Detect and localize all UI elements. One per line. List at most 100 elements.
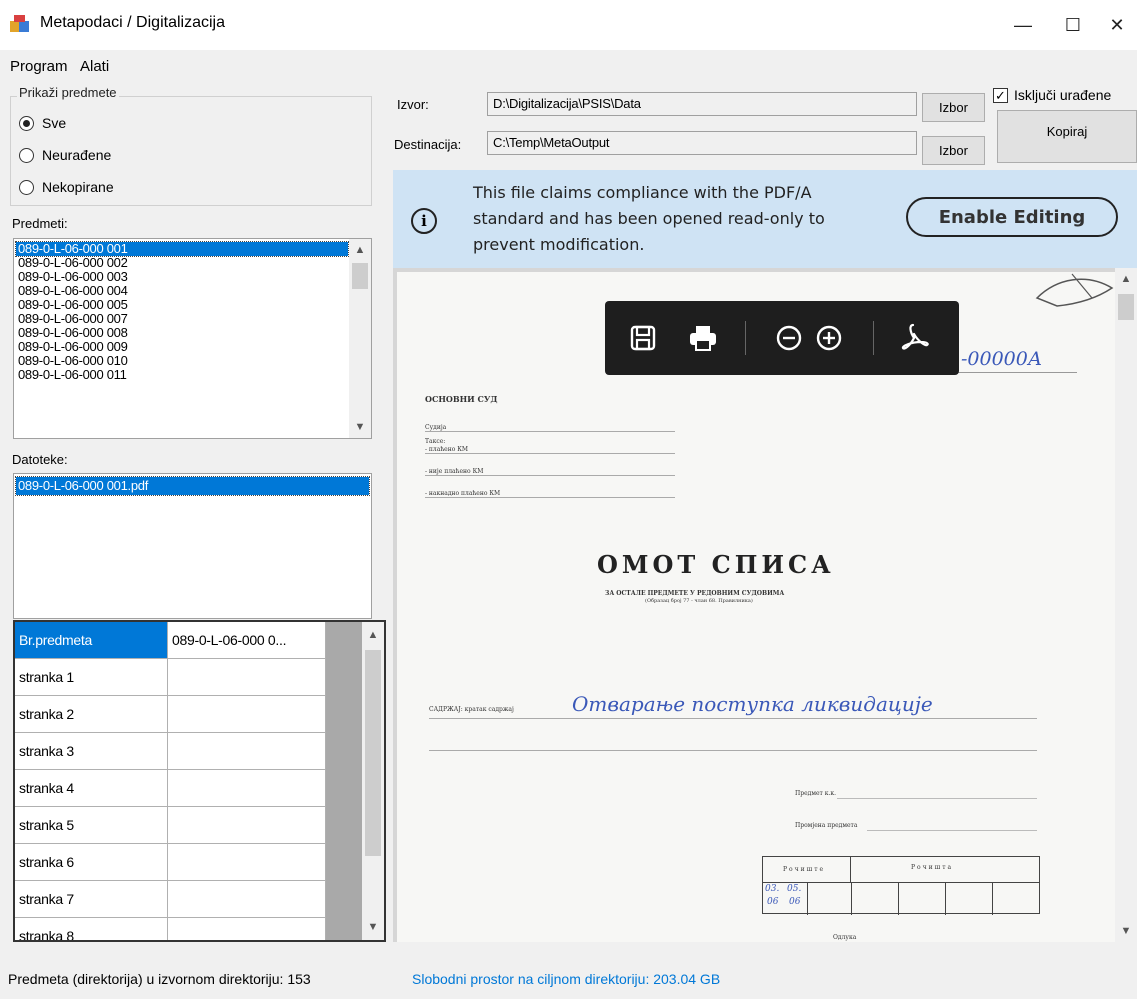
scroll-thumb[interactable] [352, 263, 368, 289]
document-title: ОМОТ СПИСА [597, 550, 835, 579]
list-item[interactable]: 089-0-L-06-000 009 [16, 340, 348, 354]
destinacija-izbor-button[interactable]: Izbor [922, 136, 985, 165]
izvor-izbor-button[interactable]: Izbor [922, 93, 985, 122]
adobe-acrobat-icon[interactable] [897, 320, 933, 356]
hearing-table-header: Рочишта [911, 864, 954, 871]
handwritten-date: 05. [787, 884, 802, 894]
grid-key-cell[interactable]: stranka 2 [15, 696, 168, 733]
grid-key-cell[interactable]: stranka 1 [15, 659, 168, 696]
content-line-2 [429, 750, 1037, 751]
table-row[interactable]: stranka 7 [15, 881, 326, 918]
metadata-grid[interactable]: Br.predmeta 089-0-L-06-000 0... stranka … [13, 620, 386, 942]
grid-key-cell[interactable]: stranka 3 [15, 733, 168, 770]
grid-value-cell[interactable] [168, 733, 326, 770]
table-divider [992, 883, 993, 915]
radio-sve[interactable]: Sve [19, 115, 66, 131]
save-icon[interactable] [625, 320, 661, 356]
list-item[interactable]: 089-0-L-06-000 008 [16, 326, 348, 340]
checkbox-check-icon: ✓ [993, 87, 1008, 103]
scroll-down-icon[interactable]: ▼ [1115, 922, 1137, 940]
grid-value-cell[interactable] [168, 770, 326, 807]
side-line: Судија [425, 424, 447, 431]
minimize-button[interactable]: — [1003, 8, 1043, 42]
side-lines: Судија Таксе: - плаћено КМ - није плаћен… [425, 424, 675, 498]
close-button[interactable]: ✕ [1097, 8, 1137, 42]
grid-key-cell[interactable]: stranka 5 [15, 807, 168, 844]
izvor-field[interactable]: D:\Digitalizacija\PSIS\Data [487, 92, 917, 116]
list-item[interactable]: 089-0-L-06-000 010 [16, 354, 348, 368]
toolbar-separator [873, 321, 874, 355]
grid-value-cell[interactable] [168, 881, 326, 918]
table-row[interactable]: stranka 4 [15, 770, 326, 807]
list-item[interactable]: 089-0-L-06-000 001 [15, 241, 349, 257]
scroll-up-icon[interactable]: ▲ [362, 626, 384, 644]
lower-underline [867, 830, 1037, 831]
datoteke-label: Datoteke: [12, 452, 68, 467]
scroll-down-icon[interactable]: ▼ [362, 918, 384, 936]
table-row[interactable]: stranka 3 [15, 733, 326, 770]
footer-label: Одлука [833, 934, 857, 941]
table-row[interactable]: stranka 8 [15, 918, 326, 940]
iskljuci-checkbox[interactable]: ✓ Isključi urađene [993, 87, 1111, 103]
list-item[interactable]: 089-0-L-06-000 003 [16, 270, 348, 284]
scroll-thumb[interactable] [1118, 294, 1134, 320]
list-item[interactable]: 089-0-L-06-000 005 [16, 298, 348, 312]
list-item[interactable]: 089-0-L-06-000 007 [16, 312, 348, 326]
grid-key-cell[interactable]: stranka 8 [15, 918, 168, 940]
grid-value-cell[interactable] [168, 844, 326, 881]
list-item[interactable]: 089-0-L-06-000 004 [16, 284, 348, 298]
hearing-table: Рочиште Рочишта 03. 05. 06 06 [762, 856, 1040, 915]
scroll-up-icon[interactable]: ▲ [1115, 270, 1137, 288]
scroll-up-icon[interactable]: ▲ [349, 241, 371, 259]
radio-neuradjene[interactable]: Neurađene [19, 147, 111, 163]
side-line: - накнадно плаћено КМ [425, 490, 501, 497]
grid-value-cell[interactable] [168, 696, 326, 733]
grid-value-cell[interactable] [168, 918, 326, 940]
enable-editing-button[interactable]: Enable Editing [906, 197, 1118, 237]
grid-key-cell[interactable]: stranka 7 [15, 881, 168, 918]
table-row[interactable]: stranka 2 [15, 696, 326, 733]
lower-line: Предмет к.к. [795, 790, 837, 797]
table-row[interactable]: stranka 5 [15, 807, 326, 844]
izvor-label: Izvor: [397, 97, 429, 112]
side-line: - плаћено КМ [425, 446, 469, 453]
grid-scrollbar[interactable]: ▲ ▼ [362, 622, 384, 940]
scroll-down-icon[interactable]: ▼ [349, 418, 371, 436]
destinacija-label: Destinacija: [394, 137, 462, 152]
destinacija-field[interactable]: C:\Temp\MetaOutput [487, 131, 917, 155]
list-item[interactable]: 089-0-L-06-000 002 [16, 256, 348, 270]
grid-key-cell[interactable]: Br.predmeta [15, 622, 168, 659]
list-item[interactable]: 089-0-L-06-000 001.pdf [15, 476, 370, 496]
pdf-viewer[interactable]: ОСНОВНИ СУД Судија Таксе: - плаћено КМ -… [393, 268, 1137, 942]
datoteke-list[interactable]: 089-0-L-06-000 001.pdf [13, 473, 372, 619]
grid-value-cell[interactable] [168, 807, 326, 844]
maximize-button[interactable]: ☐ [1053, 8, 1093, 42]
zoom-out-icon[interactable] [771, 320, 807, 356]
radio-nekopirane[interactable]: Nekopirane [19, 179, 114, 195]
radio-indicator [19, 147, 34, 163]
predmeti-label: Predmeti: [12, 216, 68, 231]
table-divider [898, 883, 899, 915]
list-item[interactable]: 089-0-L-06-000 011 [16, 368, 348, 382]
free-space-status: Slobodni prostor na ciljnom direktoriju:… [412, 971, 721, 987]
kopiraj-button[interactable]: Kopiraj [997, 110, 1137, 163]
menu-alati[interactable]: Alati [80, 58, 109, 75]
pdf-scrollbar[interactable]: ▲ ▼ [1115, 268, 1137, 942]
predmeti-scrollbar[interactable]: ▲ ▼ [349, 239, 371, 438]
grid-key-cell[interactable]: stranka 4 [15, 770, 168, 807]
table-row[interactable]: Br.predmeta 089-0-L-06-000 0... [15, 622, 326, 659]
hearing-table-header: Рочиште [783, 866, 826, 873]
table-row[interactable]: stranka 6 [15, 844, 326, 881]
grid-value-cell[interactable]: 089-0-L-06-000 0... [168, 622, 326, 659]
grid-key-cell[interactable]: stranka 6 [15, 844, 168, 881]
scroll-thumb[interactable] [365, 650, 381, 856]
menu-program[interactable]: Program [10, 58, 68, 75]
filter-group-legend: Prikaži predmete [17, 85, 119, 100]
iskljuci-label: Isključi urađene [1014, 87, 1112, 103]
radio-indicator [19, 179, 34, 195]
predmeti-list[interactable]: 089-0-L-06-000 001 089-0-L-06-000 002 08… [13, 238, 372, 439]
print-icon[interactable] [685, 320, 721, 356]
grid-value-cell[interactable] [168, 659, 326, 696]
zoom-in-icon[interactable] [811, 320, 847, 356]
table-row[interactable]: stranka 1 [15, 659, 326, 696]
